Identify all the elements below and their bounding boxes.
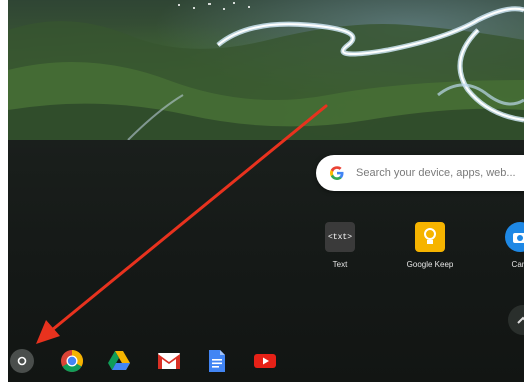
launcher-search-box[interactable]	[316, 155, 524, 191]
youtube-icon	[254, 354, 276, 368]
chrome-button[interactable]	[59, 348, 85, 374]
keep-icon	[415, 222, 445, 252]
drive-icon	[108, 351, 130, 370]
text-app-icon: <txt>	[325, 222, 355, 252]
youtube-button[interactable]	[252, 348, 278, 374]
gmail-icon	[158, 353, 180, 369]
google-g-icon	[328, 164, 346, 182]
app-camera[interactable]: Cam	[490, 222, 524, 269]
camera-icon	[505, 222, 524, 252]
wallpaper	[8, 0, 524, 140]
shelf	[8, 340, 524, 382]
docs-icon	[209, 350, 225, 372]
docs-button[interactable]	[204, 348, 230, 374]
gmail-button[interactable]	[156, 348, 182, 374]
app-label: Cam	[511, 260, 524, 269]
launcher-button[interactable]	[10, 349, 34, 373]
launcher-icon	[17, 356, 27, 366]
search-input[interactable]	[356, 167, 524, 179]
drive-button[interactable]	[106, 348, 132, 374]
app-label: Google Keep	[406, 260, 454, 269]
chromeos-screen: <txt> Text Google Keep Cam	[8, 0, 524, 382]
chevron-up-icon	[517, 316, 524, 324]
app-label: Text	[332, 260, 348, 269]
app-google-keep[interactable]: Google Keep	[400, 222, 460, 269]
wallpaper-art	[8, 2, 524, 140]
chrome-icon	[61, 350, 83, 372]
app-text[interactable]: <txt> Text	[310, 222, 370, 269]
